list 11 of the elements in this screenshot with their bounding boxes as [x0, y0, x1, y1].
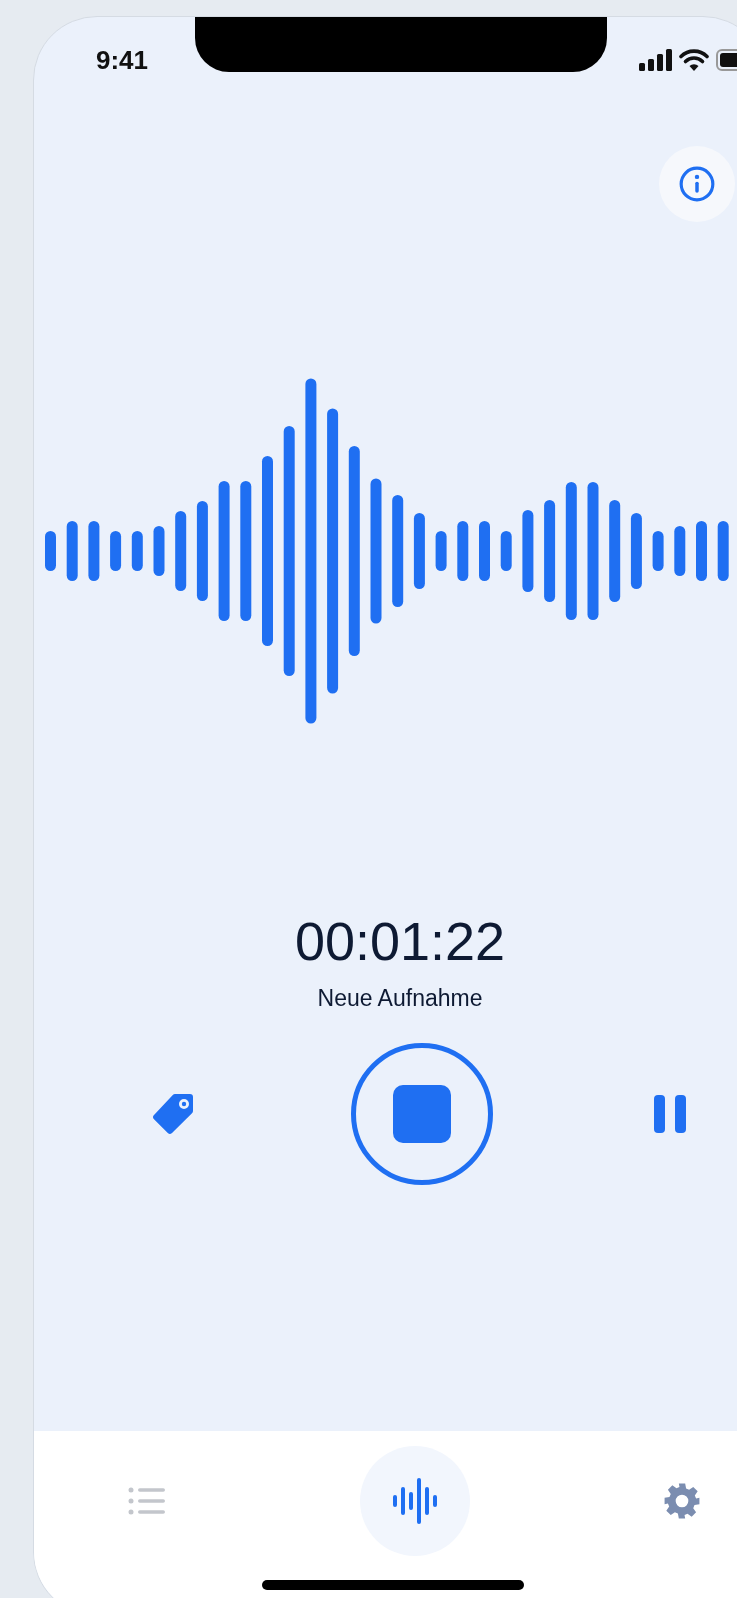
- wifi-icon: [679, 49, 709, 71]
- pause-icon: [654, 1095, 688, 1133]
- recording-title: Neue Aufnahme: [317, 984, 483, 1013]
- signal-icon: [639, 49, 672, 71]
- elapsed-time: 00:01:22: [294, 910, 506, 973]
- stop-button[interactable]: [351, 1043, 493, 1185]
- stop-icon: [393, 1085, 451, 1143]
- settings-icon: [663, 1482, 701, 1520]
- list-icon: [128, 1486, 166, 1516]
- status-time: 9:41: [96, 43, 149, 77]
- info-icon: [678, 165, 716, 203]
